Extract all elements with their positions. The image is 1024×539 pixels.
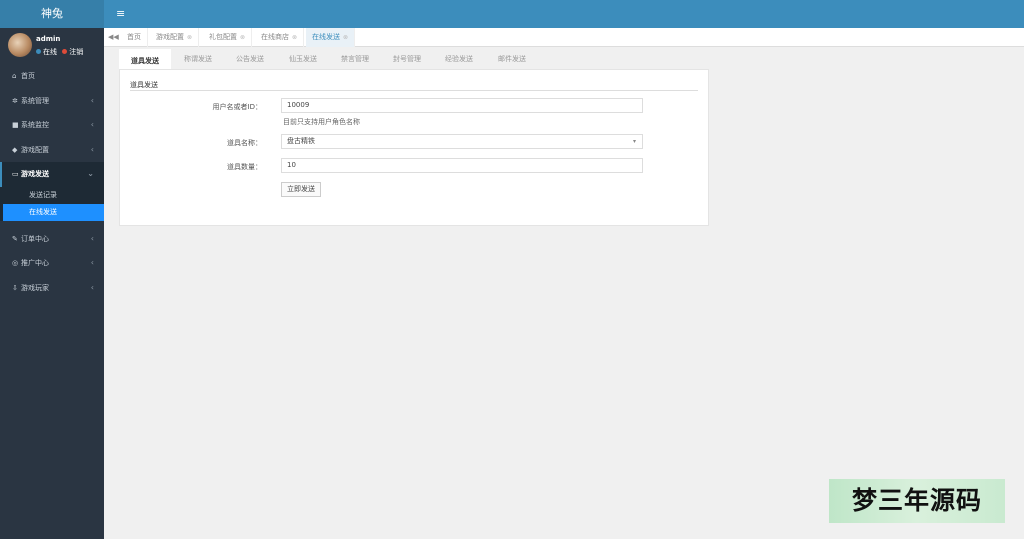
sidebar-item-label: 系统管理 [21, 96, 49, 105]
chevron-left-icon: ‹ [90, 144, 94, 154]
section-divider [130, 90, 698, 91]
item-send-card: 道具发送 用户名或者ID： 10009 目前只支持用户角色名称 道具名称： 盘古… [119, 69, 709, 226]
eye-icon: ◎ [12, 259, 19, 267]
page-tab-bar: ◀◀ 首页 游戏配置 ⊗ 礼包配置 ⊗ 在线商店 ⊗ 在线发送 ⊗ [104, 28, 1024, 47]
send-now-button[interactable]: 立即发送 [281, 182, 321, 197]
tab-ban-manage[interactable]: 封号管理 [381, 49, 433, 69]
sidebar-item-promo[interactable]: ◎ 推广中心 ‹ [0, 251, 104, 276]
sidebar-subitem-send-log[interactable]: 发送记录 [0, 187, 104, 204]
page-tab-gift-config[interactable]: 礼包配置 ⊗ [203, 28, 253, 47]
send-type-tabs: 道具发送 称谓发送 公告发送 仙玉发送 禁言管理 封号管理 经验发送 邮件发送 [119, 49, 709, 69]
user-id-label: 用户名或者ID： [212, 103, 262, 111]
home-icon: ⌂ [12, 72, 17, 80]
sidebar-item-label: 游戏发送 [21, 170, 49, 178]
sidebar: 神兔 admin 在线 注销 ⌂ 首页 ✲ 系统管理 ‹ ■ 系统监控 ‹ ◆ 游戏配置… [0, 0, 104, 539]
brand-title[interactable]: 神兔 [0, 0, 104, 28]
page-tab-label: 礼包配置 [209, 33, 237, 41]
user-status: 在线 注销 [36, 47, 83, 57]
close-icon[interactable]: ⊗ [343, 34, 348, 41]
chevron-down-icon: ⌄ [87, 169, 94, 178]
sidebar-item-label: 推广中心 [21, 259, 49, 267]
item-name-select[interactable]: 盘古精铁 ▾ [281, 134, 643, 149]
page-tab-online-shop[interactable]: 在线商店 ⊗ [255, 28, 305, 47]
item-name-selected: 盘古精铁 [287, 137, 315, 145]
sidebar-item-players[interactable]: ⇩ 游戏玩家 ‹ [0, 276, 104, 301]
sidebar-item-game-config[interactable]: ◆ 游戏配置 ‹ [0, 138, 104, 163]
page-tab-label: 在线商店 [261, 33, 289, 41]
download-icon: ⇩ [12, 283, 18, 292]
user-panel: admin 在线 注销 [0, 28, 104, 64]
sidebar-submenu: 发送记录 在线发送 [0, 186, 104, 221]
page-tab-label: 游戏配置 [156, 33, 184, 41]
tab-notice-send[interactable]: 公告发送 [224, 49, 276, 69]
sidebar-item-label: 订单中心 [21, 234, 49, 243]
sidebar-nav: ⌂ 首页 ✲ 系统管理 ‹ ■ 系统监控 ‹ ◆ 游戏配置 ‹ ▭ 游戏发送 ⌄ 发送记录… [0, 64, 104, 300]
double-chevron-left-icon[interactable]: ◀◀ [108, 28, 119, 47]
pencil-icon: ✎ [12, 234, 18, 243]
section-title: 道具发送 [130, 81, 158, 89]
page-tab-home[interactable]: 首页 [121, 28, 148, 47]
user-name: admin [36, 35, 61, 43]
avatar [8, 33, 32, 57]
logout-icon[interactable] [62, 49, 68, 54]
page-tab-label: 首页 [127, 33, 141, 41]
item-qty-input[interactable]: 10 [281, 158, 643, 173]
gear-icon: ✲ [12, 96, 18, 105]
sidebar-item-label: 游戏玩家 [21, 283, 49, 292]
keyboard-icon: ▭ [12, 170, 19, 178]
sidebar-item-orders[interactable]: ✎ 订单中心 ‹ [0, 227, 104, 252]
item-name-label: 道具名称： [227, 139, 262, 147]
close-icon[interactable]: ⊗ [292, 34, 297, 41]
page-tab-label: 在线发送 [312, 33, 340, 41]
caret-down-icon: ▾ [632, 138, 636, 145]
tab-exp-send[interactable]: 经验发送 [433, 49, 485, 69]
chevron-left-icon: ‹ [90, 233, 94, 243]
chevron-left-icon: ‹ [90, 120, 94, 129]
item-qty-label: 道具数量： [227, 163, 262, 171]
video-icon: ■ [12, 121, 19, 129]
sidebar-item-home[interactable]: ⌂ 首页 [0, 64, 104, 89]
hamburger-icon[interactable]: ≡ [116, 0, 125, 28]
close-icon[interactable]: ⊗ [187, 34, 192, 41]
sidebar-item-label: 游戏配置 [21, 145, 49, 154]
tab-mail-send[interactable]: 邮件发送 [486, 49, 538, 69]
top-header: ≡ [104, 0, 1024, 28]
tab-title-send[interactable]: 称谓发送 [172, 49, 224, 69]
sidebar-item-monitor[interactable]: ■ 系统监控 ‹ [0, 113, 104, 138]
chevron-left-icon: ‹ [90, 258, 94, 267]
watermark: 梦三年源码 [829, 479, 1005, 523]
logout-link[interactable]: 注销 [69, 48, 83, 56]
sidebar-item-label: 系统监控 [21, 121, 49, 129]
close-icon[interactable]: ⊗ [240, 34, 245, 41]
page-tab-online-send[interactable]: 在线发送 ⊗ [306, 28, 356, 47]
user-id-help: 目前只支持用户角色名称 [283, 118, 360, 126]
gamepad-icon: ◆ [12, 145, 18, 154]
sidebar-item-game-send[interactable]: ▭ 游戏发送 ⌄ [0, 162, 104, 187]
sidebar-item-system[interactable]: ✲ 系统管理 ‹ [0, 89, 104, 114]
online-dot-icon [36, 49, 41, 54]
sidebar-subitem-online-send[interactable]: 在线发送 [3, 203, 104, 221]
user-id-input[interactable]: 10009 [281, 98, 643, 113]
chevron-left-icon: ‹ [90, 95, 94, 105]
chevron-left-icon: ‹ [90, 282, 94, 292]
online-label: 在线 [43, 48, 57, 56]
page-tab-game-config[interactable]: 游戏配置 ⊗ [150, 28, 200, 47]
tab-mute-manage[interactable]: 禁言管理 [329, 49, 381, 69]
tab-jade-send[interactable]: 仙玉发送 [277, 49, 329, 69]
tab-item-send[interactable]: 道具发送 [119, 49, 171, 69]
sidebar-item-label: 首页 [21, 72, 35, 80]
